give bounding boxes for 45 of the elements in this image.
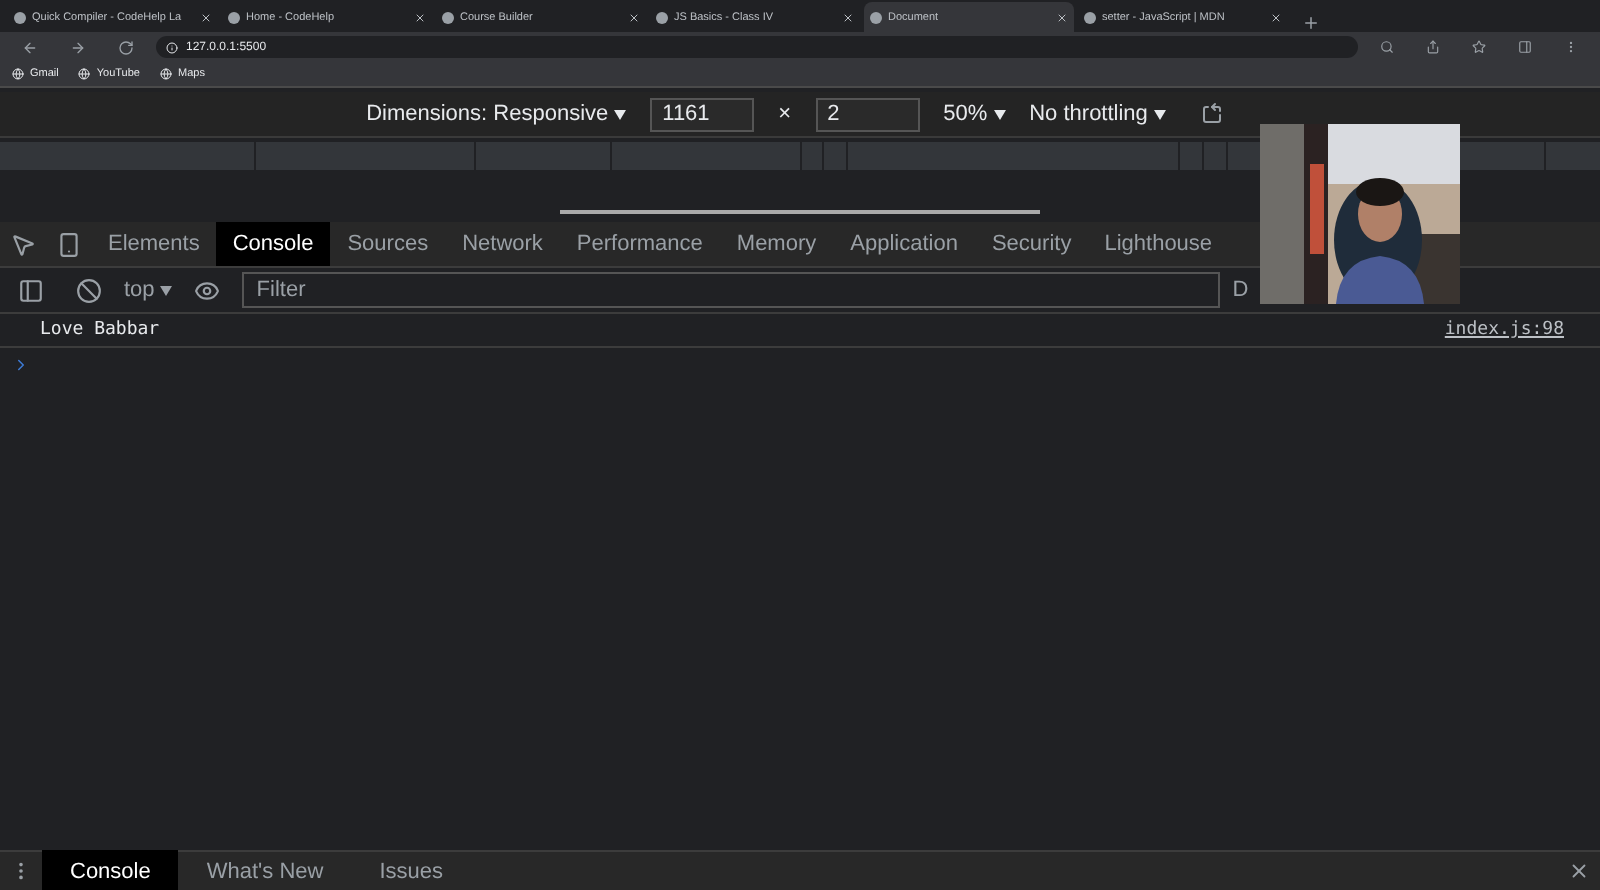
- caret-icon[interactable]: [1153, 110, 1166, 120]
- globe-icon[interactable]: [160, 68, 172, 80]
- info-icon: [166, 41, 178, 53]
- close-icon: [628, 11, 640, 23]
- width-field[interactable]: 1161: [650, 97, 755, 131]
- times-sign: ×: [778, 102, 792, 126]
- favicon-icon: [870, 11, 882, 23]
- devtools-tab[interactable]: Console: [215, 222, 331, 266]
- globe-icon[interactable]: [12, 68, 24, 80]
- devtools-tab[interactable]: Sources: [330, 222, 446, 266]
- prompt-icon[interactable]: [12, 355, 30, 373]
- context-dropdown[interactable]: top: [124, 278, 173, 302]
- devtools-tab[interactable]: Application: [833, 222, 975, 266]
- favicon-icon: [14, 11, 26, 23]
- throttling-dropdown[interactable]: No throttling: [1029, 102, 1166, 126]
- favicon-icon: [442, 11, 454, 23]
- caret-icon[interactable]: [160, 286, 173, 296]
- log-message: Love Babbar: [40, 320, 160, 340]
- favicon-icon: [656, 11, 668, 23]
- favicon-icon: [1084, 11, 1096, 23]
- globe-icon[interactable]: [78, 68, 91, 80]
- devtools-tab[interactable]: Memory: [719, 222, 834, 266]
- resize-handle[interactable]: [560, 210, 1040, 214]
- caret-icon[interactable]: [614, 110, 627, 120]
- filter-field[interactable]: Filter: [242, 272, 1221, 308]
- close-icon: [1056, 11, 1068, 23]
- close-icon: [1270, 11, 1282, 23]
- dimensions-dropdown[interactable]: Dimensions: Responsive: [366, 102, 627, 126]
- close-icon: [842, 11, 854, 23]
- source-link[interactable]: index.js:98: [1444, 320, 1564, 340]
- devtools-tab[interactable]: Security: [974, 222, 1089, 266]
- devtools-tab[interactable]: Elements: [92, 222, 216, 266]
- drawer-tab[interactable]: Console: [42, 849, 179, 890]
- close-icon: [200, 11, 212, 23]
- close-icon: [414, 11, 426, 23]
- favicon-icon: [228, 11, 240, 23]
- drawer-tab[interactable]: What's New: [178, 849, 352, 890]
- height-field[interactable]: 2: [815, 97, 920, 131]
- caret-icon[interactable]: [993, 110, 1006, 120]
- devtools-tab[interactable]: Network: [445, 222, 560, 266]
- devtools-tab[interactable]: Lighthouse: [1088, 222, 1229, 266]
- zoom-dropdown[interactable]: 50%: [943, 102, 1006, 126]
- drawer-tab[interactable]: Issues: [351, 849, 471, 890]
- devtools-tab[interactable]: Performance: [559, 222, 720, 266]
- levels-dropdown[interactable]: D: [1232, 278, 1249, 302]
